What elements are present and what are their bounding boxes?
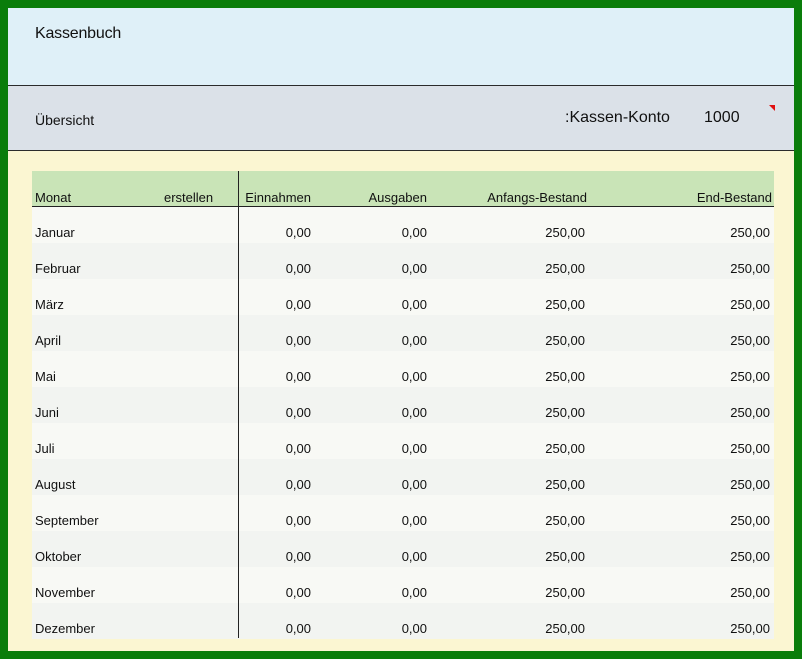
- ausgaben-cell[interactable]: 0,00: [402, 297, 427, 312]
- anfangs-bestand-cell[interactable]: 250,00: [545, 477, 585, 492]
- anfangs-bestand-cell[interactable]: 250,00: [545, 297, 585, 312]
- anfangs-bestand-cell[interactable]: 250,00: [545, 513, 585, 528]
- table-row[interactable]: Juni 0,00 0,00 250,00 250,00: [32, 387, 774, 423]
- anfangs-bestand-cell[interactable]: 250,00: [545, 369, 585, 384]
- end-bestand-cell[interactable]: 250,00: [730, 261, 770, 276]
- anfangs-bestand-cell[interactable]: 250,00: [545, 225, 585, 240]
- month-cell: Februar: [35, 261, 81, 276]
- month-cell: Juni: [35, 405, 59, 420]
- table-row[interactable]: Oktober 0,00 0,00 250,00 250,00: [32, 531, 774, 567]
- month-cell: November: [35, 585, 95, 600]
- einnahmen-cell[interactable]: 0,00: [286, 369, 311, 384]
- table-header-row: Monat erstellen Einnahmen Ausgaben Anfan…: [32, 171, 774, 207]
- anfangs-bestand-cell[interactable]: 250,00: [545, 261, 585, 276]
- month-cell: Januar: [35, 225, 75, 240]
- einnahmen-cell[interactable]: 0,00: [286, 405, 311, 420]
- anfangs-bestand-cell[interactable]: 250,00: [545, 621, 585, 636]
- month-cell: Mai: [35, 369, 56, 384]
- end-bestand-cell[interactable]: 250,00: [730, 441, 770, 456]
- anfangs-bestand-cell[interactable]: 250,00: [545, 405, 585, 420]
- month-cell: Dezember: [35, 621, 95, 636]
- comment-indicator-icon[interactable]: [769, 105, 775, 111]
- month-cell: April: [35, 333, 62, 348]
- account-number-cell[interactable]: 1000: [704, 109, 740, 127]
- anfangs-bestand-cell[interactable]: 250,00: [545, 549, 585, 564]
- month-cell: Juli: [35, 441, 55, 456]
- month-cell: Oktober: [35, 549, 82, 564]
- einnahmen-cell[interactable]: 0,00: [286, 477, 311, 492]
- page-title: Kassenbuch: [35, 25, 122, 42]
- table-row[interactable]: November 0,00 0,00 250,00 250,00: [32, 567, 774, 603]
- table-row[interactable]: Juli 0,00 0,00 250,00 250,00: [32, 423, 774, 459]
- end-bestand-cell[interactable]: 250,00: [730, 405, 770, 420]
- table-body: Januar 0,00 0,00 250,00 250,00 Februar 0,00 0,0…: [32, 207, 774, 639]
- column-header-ausgaben: Ausgaben: [368, 190, 427, 205]
- einnahmen-cell[interactable]: 0,00: [286, 513, 311, 528]
- end-bestand-cell[interactable]: 250,00: [730, 621, 770, 636]
- end-bestand-cell[interactable]: 250,00: [730, 513, 770, 528]
- einnahmen-cell[interactable]: 0,00: [286, 441, 311, 456]
- column-header-monat: Monat: [35, 190, 72, 205]
- ausgaben-cell[interactable]: 0,00: [402, 333, 427, 348]
- title-band: Kassenbuch: [8, 8, 794, 86]
- ausgaben-cell[interactable]: 0,00: [402, 369, 427, 384]
- einnahmen-cell[interactable]: 0,00: [286, 549, 311, 564]
- anfangs-bestand-cell[interactable]: 250,00: [545, 585, 585, 600]
- ausgaben-cell[interactable]: 0,00: [402, 405, 427, 420]
- table-row[interactable]: April 0,00 0,00 250,00 250,00: [32, 315, 774, 351]
- overview-band: Übersicht :Kassen-Konto 1000: [8, 86, 794, 151]
- overview-label: Übersicht: [35, 112, 95, 128]
- ausgaben-cell[interactable]: 0,00: [402, 621, 427, 636]
- ausgaben-cell[interactable]: 0,00: [402, 477, 427, 492]
- table-row[interactable]: September 0,00 0,00 250,00 250,00: [32, 495, 774, 531]
- monthly-overview-table: Monat erstellen Einnahmen Ausgaben Anfan…: [32, 171, 774, 639]
- table-row[interactable]: März 0,00 0,00 250,00 250,00: [32, 279, 774, 315]
- einnahmen-cell[interactable]: 0,00: [286, 333, 311, 348]
- anfangs-bestand-cell[interactable]: 250,00: [545, 333, 585, 348]
- column-divider: [238, 171, 239, 638]
- ausgaben-cell[interactable]: 0,00: [402, 225, 427, 240]
- ausgaben-cell[interactable]: 0,00: [402, 513, 427, 528]
- column-header-erstellen: erstellen: [164, 190, 214, 205]
- anfangs-bestand-cell[interactable]: 250,00: [545, 441, 585, 456]
- column-header-anfangs-bestand: Anfangs-Bestand: [487, 190, 587, 205]
- einnahmen-cell[interactable]: 0,00: [286, 297, 311, 312]
- table-row[interactable]: Dezember 0,00 0,00 250,00 250,00: [32, 603, 774, 639]
- table-row[interactable]: August 0,00 0,00 250,00 250,00: [32, 459, 774, 495]
- ausgaben-cell[interactable]: 0,00: [402, 261, 427, 276]
- month-cell: August: [35, 477, 76, 492]
- einnahmen-cell[interactable]: 0,00: [286, 621, 311, 636]
- einnahmen-cell[interactable]: 0,00: [286, 225, 311, 240]
- month-cell: März: [35, 297, 64, 312]
- ausgaben-cell[interactable]: 0,00: [402, 441, 427, 456]
- kassenbuch-sheet: Kassenbuch Übersicht :Kassen-Konto 1000 …: [8, 8, 794, 651]
- table-row[interactable]: Mai 0,00 0,00 250,00 250,00: [32, 351, 774, 387]
- ausgaben-cell[interactable]: 0,00: [402, 585, 427, 600]
- table-row[interactable]: Januar 0,00 0,00 250,00 250,00: [32, 207, 774, 243]
- end-bestand-cell[interactable]: 250,00: [730, 225, 770, 240]
- end-bestand-cell[interactable]: 250,00: [730, 549, 770, 564]
- account-label: :Kassen-Konto: [565, 109, 670, 126]
- einnahmen-cell[interactable]: 0,00: [286, 261, 311, 276]
- end-bestand-cell[interactable]: 250,00: [730, 369, 770, 384]
- column-header-einnahmen: Einnahmen: [245, 190, 311, 205]
- ausgaben-cell[interactable]: 0,00: [402, 549, 427, 564]
- end-bestand-cell[interactable]: 250,00: [730, 585, 770, 600]
- column-header-end-bestand: End-Bestand: [696, 190, 772, 205]
- end-bestand-cell[interactable]: 250,00: [730, 477, 770, 492]
- end-bestand-cell[interactable]: 250,00: [730, 297, 770, 312]
- einnahmen-cell[interactable]: 0,00: [286, 585, 311, 600]
- table-row[interactable]: Februar 0,00 0,00 250,00 250,00: [32, 243, 774, 279]
- month-cell: September: [35, 513, 99, 528]
- end-bestand-cell[interactable]: 250,00: [730, 333, 770, 348]
